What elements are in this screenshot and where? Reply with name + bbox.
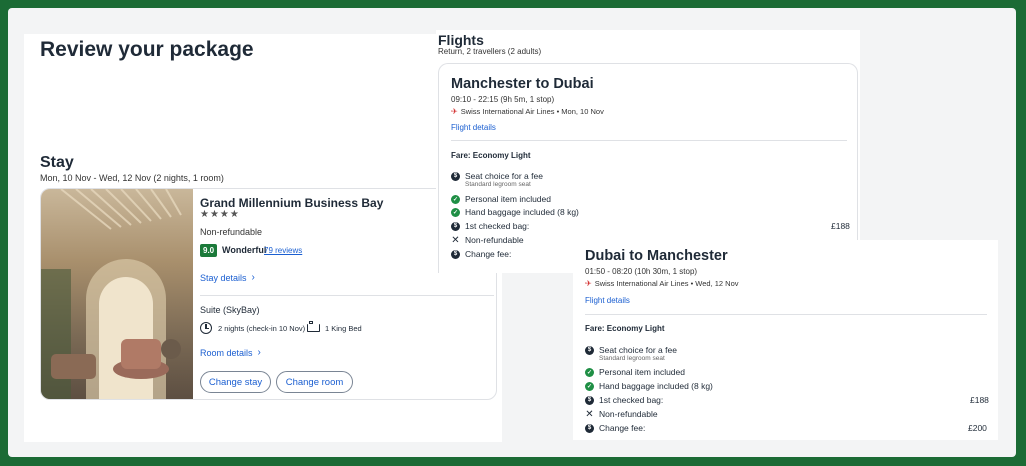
return-airline: Swiss International Air Lines • Wed, 12 … (594, 279, 739, 288)
return-times: 01:50 - 08:20 (10h 30m, 1 stop) (585, 267, 698, 276)
chevron-right-icon: › (251, 272, 255, 283)
feature-text: Change fee: (599, 423, 646, 433)
feature-text: Personal item included (465, 194, 551, 204)
divider (451, 140, 847, 141)
return-fare-label: Fare: Economy Light (585, 324, 665, 333)
stay-dates: Mon, 10 Nov - Wed, 12 Nov (2 nights, 1 r… (40, 173, 224, 183)
dollar-icon: $ (585, 345, 594, 355)
change-stay-button[interactable]: Change stay (200, 371, 271, 393)
room-details-link[interactable]: Room details › (200, 347, 261, 358)
page-title: Review your package (40, 38, 254, 61)
outbound-flight-details-link[interactable]: Flight details (451, 123, 496, 132)
dollar-icon: $ (585, 423, 594, 433)
divider (585, 314, 987, 315)
hotel-image[interactable] (41, 189, 193, 399)
nights-info: 2 nights (check-in 10 Nov) (218, 324, 306, 333)
bed-info: 1 King Bed (325, 324, 362, 333)
feature-text: 1st checked bag: (599, 395, 664, 405)
clock-icon (200, 322, 212, 334)
feature-note: Standard legroom seat (465, 181, 531, 188)
hotel-name[interactable]: Grand Millennium Business Bay (200, 196, 383, 210)
check-icon: ✓ (585, 381, 594, 391)
checked-bag-price: £188 (970, 395, 989, 405)
hotel-card: Grand Millennium Business Bay ★★★★ Non-r… (40, 188, 497, 400)
airline-logo-icon: ✈ (451, 107, 458, 116)
rating-label: Wonderful (222, 245, 267, 255)
rating-badge: 9.0 (200, 244, 218, 257)
feature-text: Seat choice for a fee (465, 171, 543, 181)
room-details-label: Room details (200, 347, 253, 358)
room-name: Suite (SkyBay) (200, 305, 260, 315)
stay-panel: Review your package Stay Mon, 10 Nov - W… (24, 34, 502, 442)
flights-subtitle: Return, 2 travellers (2 adults) (438, 47, 542, 56)
feature-note: Standard legroom seat (599, 355, 665, 362)
flights-section-title: Flights (438, 32, 484, 48)
dollar-icon: $ (451, 249, 460, 259)
feature-row: ✕ Non-refundable (585, 408, 658, 420)
feature-row: $ Change fee: (585, 423, 645, 433)
feature-text: 1st checked bag: (465, 221, 530, 231)
dollar-icon: $ (451, 171, 460, 181)
check-icon: ✓ (451, 194, 460, 204)
outbound-airline-row: ✈ Swiss International Air Lines • Mon, 1… (451, 107, 604, 116)
chevron-right-icon: › (257, 347, 261, 358)
refund-policy: Non-refundable (200, 227, 263, 237)
star-rating: ★★★★ (200, 209, 240, 220)
outbound-fare-label: Fare: Economy Light (451, 151, 531, 160)
cross-icon: ✕ (451, 234, 460, 246)
return-flight-panel: Dubai to Manchester 01:50 - 08:20 (10h 3… (573, 240, 998, 440)
feature-row: ✕ Non-refundable (451, 234, 524, 246)
outbound-times: 09:10 - 22:15 (9h 5m, 1 stop) (451, 95, 555, 104)
return-route: Dubai to Manchester (585, 248, 728, 264)
check-icon: ✓ (451, 207, 460, 217)
outbound-airline: Swiss International Air Lines • Mon, 10 … (460, 107, 604, 116)
return-flight-details-link[interactable]: Flight details (585, 296, 630, 305)
feature-text: Personal item included (599, 367, 685, 377)
flights-panel: Flights Return, 2 travellers (2 adults) … (436, 30, 860, 273)
feature-row: ✓ Hand baggage included (8 kg) (585, 381, 713, 391)
feature-text: Non-refundable (465, 235, 524, 245)
checked-bag-price: £188 (831, 221, 850, 231)
stay-details-label: Stay details (200, 272, 247, 283)
feature-row: $ 1st checked bag: (585, 395, 663, 405)
dollar-icon: $ (585, 395, 594, 405)
feature-row: ✓ Personal item included (585, 367, 685, 377)
feature-text: Seat choice for a fee (599, 345, 677, 355)
feature-row: ✓ Personal item included (451, 194, 551, 204)
return-airline-row: ✈ Swiss International Air Lines • Wed, 1… (585, 279, 739, 288)
divider (200, 295, 494, 296)
dollar-icon: $ (451, 221, 460, 231)
airline-logo-icon: ✈ (585, 279, 592, 288)
stay-section-title: Stay (40, 154, 74, 171)
feature-text: Non-refundable (599, 409, 658, 419)
change-room-button[interactable]: Change room (276, 371, 353, 393)
check-icon: ✓ (585, 367, 594, 377)
feature-text: Change fee: (465, 249, 512, 259)
feature-row: $ Change fee: (451, 249, 511, 259)
feature-row: $ Seat choice for a fee (451, 171, 543, 181)
change-fee-price: £200 (968, 423, 987, 433)
cross-icon: ✕ (585, 408, 594, 420)
stay-details-link[interactable]: Stay details › (200, 272, 255, 283)
reviews-link[interactable]: 79 reviews (264, 246, 302, 255)
bed-icon (307, 321, 320, 332)
feature-text: Hand baggage included (8 kg) (599, 381, 713, 391)
feature-row: $ 1st checked bag: (451, 221, 529, 231)
outbound-route: Manchester to Dubai (451, 76, 594, 92)
feature-row: ✓ Hand baggage included (8 kg) (451, 207, 579, 217)
feature-text: Hand baggage included (8 kg) (465, 207, 579, 217)
feature-row: $ Seat choice for a fee (585, 345, 677, 355)
